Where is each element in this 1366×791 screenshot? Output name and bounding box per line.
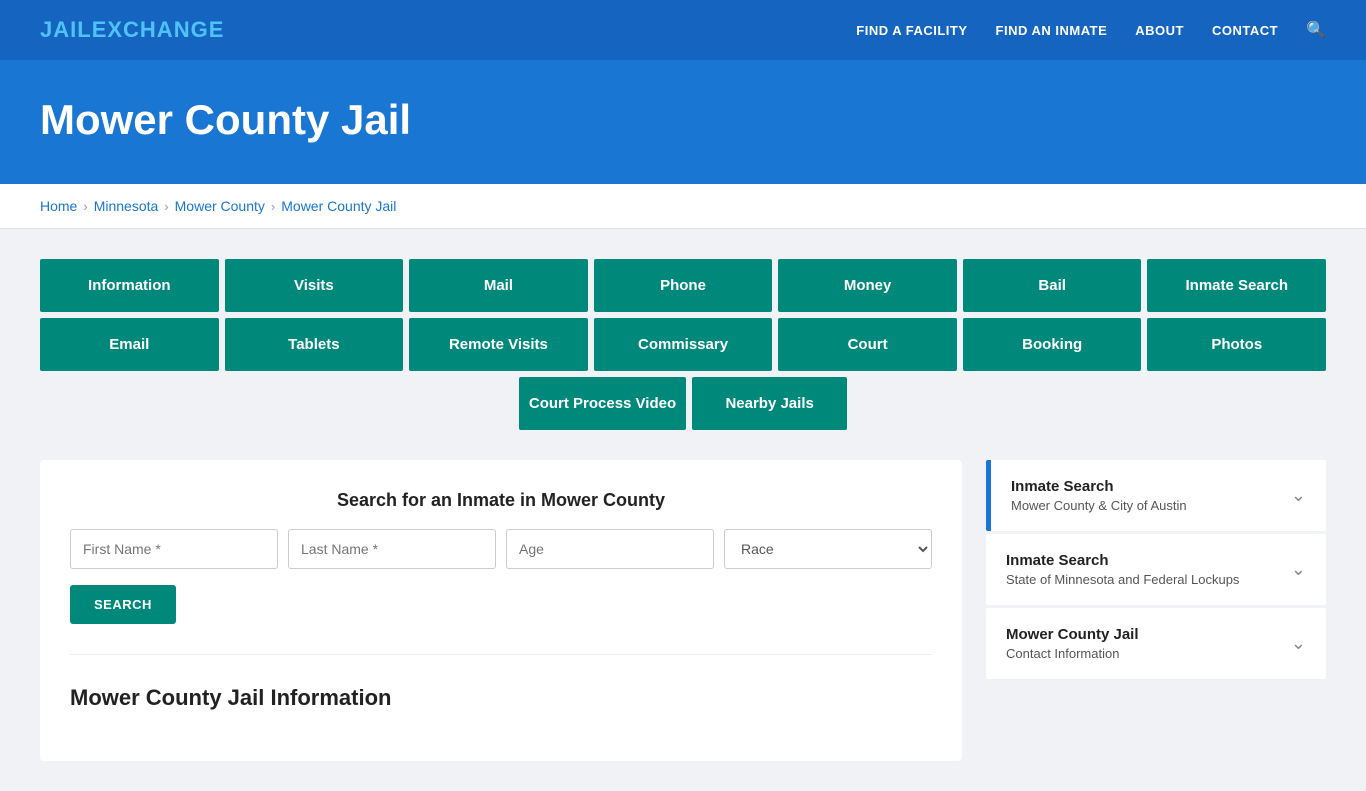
sidebar-card-2-label: Inmate Search bbox=[1006, 552, 1239, 569]
breadcrumb-home[interactable]: Home bbox=[40, 198, 77, 214]
breadcrumb-current: Mower County Jail bbox=[281, 198, 396, 214]
nav-contact[interactable]: CONTACT bbox=[1212, 23, 1278, 38]
page-title: Mower County Jail bbox=[40, 96, 1326, 144]
breadcrumb-sep-3: › bbox=[271, 199, 275, 214]
tile-phone[interactable]: Phone bbox=[594, 259, 773, 312]
tile-money[interactable]: Money bbox=[778, 259, 957, 312]
search-form-row: Race White Black Hispanic Asian Native A… bbox=[70, 529, 932, 569]
header-search-button[interactable]: 🔍 bbox=[1306, 20, 1326, 40]
breadcrumb-sep-1: › bbox=[83, 199, 87, 214]
tile-remote-visits[interactable]: Remote Visits bbox=[409, 318, 588, 371]
tile-visits[interactable]: Visits bbox=[225, 259, 404, 312]
tile-email[interactable]: Email bbox=[40, 318, 219, 371]
sidebar-card-2-inner[interactable]: Inmate Search State of Minnesota and Fed… bbox=[986, 534, 1326, 605]
logo-jail: JAIL bbox=[40, 17, 92, 42]
breadcrumb-sep-2: › bbox=[164, 199, 168, 214]
sidebar-card-3-text: Mower County Jail Contact Information bbox=[1006, 626, 1139, 661]
breadcrumb: Home › Minnesota › Mower County › Mower … bbox=[40, 198, 1326, 214]
hero-section: Mower County Jail bbox=[0, 60, 1366, 184]
sidebar: Inmate Search Mower County & City of Aus… bbox=[986, 460, 1326, 682]
nav-about[interactable]: ABOUT bbox=[1135, 23, 1184, 38]
tile-photos[interactable]: Photos bbox=[1147, 318, 1326, 371]
sidebar-card-1-text: Inmate Search Mower County & City of Aus… bbox=[1011, 478, 1187, 513]
site-header: JAILEXCHANGE FIND A FACILITY FIND AN INM… bbox=[0, 0, 1366, 60]
sidebar-card-3-inner[interactable]: Mower County Jail Contact Information ⌄ bbox=[986, 608, 1326, 679]
chevron-down-icon-3: ⌄ bbox=[1291, 633, 1306, 654]
sidebar-card-1-inner[interactable]: Inmate Search Mower County & City of Aus… bbox=[991, 460, 1326, 531]
logo-exchange: EXCHANGE bbox=[92, 17, 225, 42]
sidebar-card-2: Inmate Search State of Minnesota and Fed… bbox=[986, 534, 1326, 605]
sidebar-card-2-sublabel: State of Minnesota and Federal Lockups bbox=[1006, 572, 1239, 587]
chevron-down-icon-1: ⌄ bbox=[1291, 485, 1306, 506]
tile-court[interactable]: Court bbox=[778, 318, 957, 371]
nav-find-facility[interactable]: FIND A FACILITY bbox=[856, 23, 967, 38]
search-form-title: Search for an Inmate in Mower County bbox=[70, 490, 932, 511]
nav-find-inmate[interactable]: FIND AN INMATE bbox=[996, 23, 1108, 38]
last-name-input[interactable] bbox=[288, 529, 496, 569]
tile-nearby-jails[interactable]: Nearby Jails bbox=[692, 377, 847, 430]
tile-information[interactable]: Information bbox=[40, 259, 219, 312]
tile-mail[interactable]: Mail bbox=[409, 259, 588, 312]
breadcrumb-mower-county[interactable]: Mower County bbox=[175, 198, 265, 214]
sidebar-card-3: Mower County Jail Contact Information ⌄ bbox=[986, 608, 1326, 679]
age-input[interactable] bbox=[506, 529, 714, 569]
tile-tablets[interactable]: Tablets bbox=[225, 318, 404, 371]
tiles-row-3: Court Process Video Nearby Jails bbox=[40, 377, 1326, 430]
main-content-box: Search for an Inmate in Mower County Rac… bbox=[40, 460, 962, 761]
tile-bail[interactable]: Bail bbox=[963, 259, 1142, 312]
sidebar-card-1-sublabel: Mower County & City of Austin bbox=[1011, 498, 1187, 513]
navigation-tiles: Information Visits Mail Phone Money Bail… bbox=[40, 259, 1326, 430]
tile-commissary[interactable]: Commissary bbox=[594, 318, 773, 371]
sidebar-card-1: Inmate Search Mower County & City of Aus… bbox=[986, 460, 1326, 531]
tile-booking[interactable]: Booking bbox=[963, 318, 1142, 371]
tile-inmate-search[interactable]: Inmate Search bbox=[1147, 259, 1326, 312]
content-sidebar-layout: Search for an Inmate in Mower County Rac… bbox=[40, 460, 1326, 761]
tiles-row-1: Information Visits Mail Phone Money Bail… bbox=[40, 259, 1326, 312]
sidebar-card-1-label: Inmate Search bbox=[1011, 478, 1187, 495]
chevron-down-icon-2: ⌄ bbox=[1291, 559, 1306, 580]
breadcrumb-bar: Home › Minnesota › Mower County › Mower … bbox=[0, 184, 1366, 229]
search-button[interactable]: SEARCH bbox=[70, 585, 176, 624]
site-logo[interactable]: JAILEXCHANGE bbox=[40, 17, 224, 43]
main-nav: FIND A FACILITY FIND AN INMATE ABOUT CON… bbox=[856, 20, 1326, 40]
sidebar-card-2-text: Inmate Search State of Minnesota and Fed… bbox=[1006, 552, 1239, 587]
breadcrumb-minnesota[interactable]: Minnesota bbox=[94, 198, 159, 214]
tiles-row-2: Email Tablets Remote Visits Commissary C… bbox=[40, 318, 1326, 371]
race-select[interactable]: Race White Black Hispanic Asian Native A… bbox=[724, 529, 932, 569]
sidebar-card-3-label: Mower County Jail bbox=[1006, 626, 1139, 643]
sidebar-card-3-sublabel: Contact Information bbox=[1006, 646, 1139, 661]
first-name-input[interactable] bbox=[70, 529, 278, 569]
tile-court-process-video[interactable]: Court Process Video bbox=[519, 377, 686, 430]
jail-info-title: Mower County Jail Information bbox=[70, 675, 932, 711]
main-content: Information Visits Mail Phone Money Bail… bbox=[0, 229, 1366, 791]
